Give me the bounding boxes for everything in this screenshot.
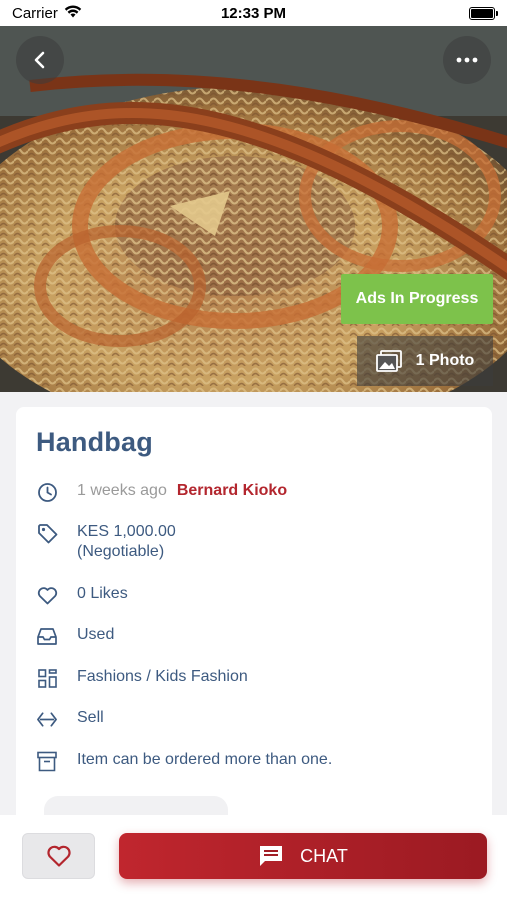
posted-time: 1 weeks ago <box>77 482 167 499</box>
condition-value: Used <box>77 626 115 643</box>
price-note: (Negotiable) <box>77 543 165 560</box>
ads-status-badge: Ads In Progress <box>341 274 493 324</box>
chat-label: CHAT <box>300 845 348 866</box>
favorite-button[interactable] <box>22 833 95 879</box>
swap-icon <box>36 708 58 730</box>
chat-icon <box>260 846 283 866</box>
price-value: KES 1,000.00 <box>77 523 176 540</box>
more-options-button[interactable] <box>443 36 491 84</box>
order-note-row: Item can be ordered more than one. <box>36 750 332 772</box>
carrier-label: Carrier <box>12 4 58 22</box>
archive-icon <box>36 750 58 772</box>
listing-type: Sell <box>77 709 104 726</box>
likes-count: 0 Likes <box>77 585 128 602</box>
clock-icon <box>36 481 58 503</box>
image-icon <box>375 350 402 372</box>
order-note: Item can be ordered more than one. <box>77 751 333 768</box>
back-icon <box>34 51 45 69</box>
more-icon <box>456 57 478 63</box>
type-row: Sell <box>36 708 104 730</box>
photo-count-button[interactable]: 1 Photo <box>357 336 493 386</box>
photo-count-label: 1 Photo <box>415 352 475 369</box>
likes-row: 0 Likes <box>36 584 128 606</box>
status-bar: Carrier 12:33 PM <box>0 0 507 26</box>
price-row: KES 1,000.00 (Negotiable) <box>36 522 176 562</box>
bottom-action-bar: CHAT <box>0 815 507 900</box>
listing-title: Handbag <box>36 427 153 457</box>
grid-icon <box>36 667 58 689</box>
category-value: Fashions / Kids Fashion <box>77 668 248 685</box>
wifi-icon <box>64 4 82 22</box>
listing-photo[interactable]: Ads In Progress 1 Photo <box>0 26 507 392</box>
seller-name-link[interactable]: Bernard Kioko <box>177 482 287 499</box>
battery-icon <box>469 6 498 20</box>
listing-details-card: Handbag 1 weeks ago Bernard Kioko KES 1,0… <box>16 407 492 837</box>
back-button[interactable] <box>16 36 64 84</box>
heart-icon <box>36 584 58 606</box>
condition-row: Used <box>36 625 114 647</box>
chat-button[interactable]: CHAT <box>119 833 487 879</box>
tag-icon <box>36 522 58 544</box>
inbox-icon <box>36 625 58 647</box>
category-row: Fashions / Kids Fashion <box>36 667 248 689</box>
posted-row: 1 weeks ago Bernard Kioko <box>36 481 287 503</box>
heart-icon <box>46 845 71 867</box>
